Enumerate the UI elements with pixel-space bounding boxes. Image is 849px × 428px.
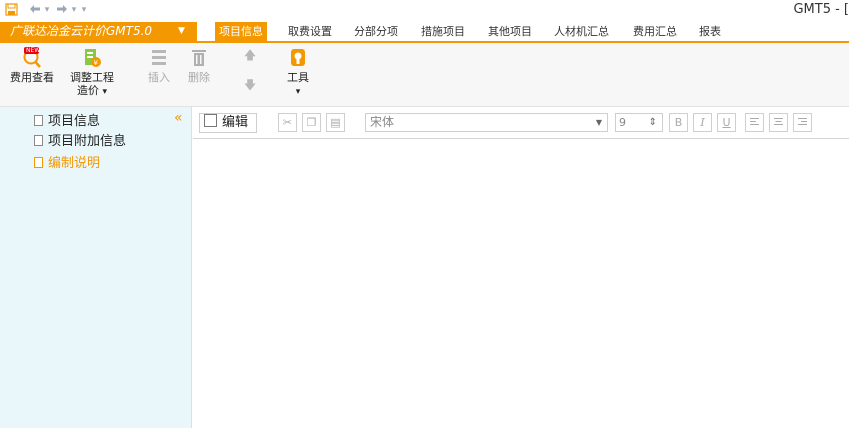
move-down-button[interactable]: 🡇: [241, 79, 259, 92]
bold-icon: B: [674, 116, 683, 129]
chevron-down-icon: ▼: [178, 26, 185, 36]
paste-button[interactable]: ▤: [326, 113, 345, 132]
project-tree-pane: « 项目信息 项目附加信息 编制说明: [0, 107, 192, 428]
customize-dropdown-icon[interactable]: ▾: [80, 3, 88, 17]
adjust-price-icon: ¥: [80, 47, 104, 69]
undo-icon[interactable]: [28, 3, 42, 17]
font-size-value: 9: [619, 116, 626, 129]
edit-button[interactable]: 编辑: [199, 113, 258, 133]
tab-sub-items[interactable]: 分部分项: [354, 22, 398, 41]
tab-cost-summary[interactable]: 费用汇总: [633, 22, 677, 41]
quick-access-bar: ▾ ▾ ▾ GMT5 - [: [0, 0, 849, 20]
window-title: GMT5 - [: [793, 2, 849, 17]
tree-item-project-info[interactable]: 项目信息: [34, 113, 100, 131]
tree-item-label: 项目附加信息: [48, 134, 127, 149]
insert-label: 插入: [148, 71, 170, 84]
tab-labor-material-summary[interactable]: 人材机汇总: [554, 22, 609, 41]
align-right-button[interactable]: [793, 113, 812, 132]
underline-icon: U: [722, 116, 731, 129]
tree-item-compilation-notes[interactable]: 编制说明: [34, 155, 100, 173]
chevron-down-icon: ▾: [295, 87, 301, 97]
tools-button[interactable]: 工具 ▾: [284, 47, 312, 99]
delete-button[interactable]: 删除: [186, 47, 212, 84]
insert-button[interactable]: 插入: [146, 47, 172, 84]
align-left-button[interactable]: [745, 113, 764, 132]
app-brand-menu[interactable]: 广联达冶金云计价GMT5.0 ▼: [0, 22, 197, 41]
insert-rows-icon: [147, 47, 171, 69]
tree-item-project-extra-info[interactable]: 项目附加信息: [34, 133, 126, 151]
new-badge: NEW: [26, 47, 41, 54]
scissors-icon: ✂: [282, 116, 293, 129]
brand-label: 广联达冶金云计价GMT5.0: [10, 24, 153, 38]
trash-icon: [187, 47, 211, 69]
underline-button[interactable]: U: [717, 113, 736, 132]
copy-button[interactable]: ❐: [302, 113, 321, 132]
tools-label: 工具: [287, 71, 309, 84]
italic-button[interactable]: I: [693, 113, 712, 132]
fee-view-label: 费用查看: [10, 71, 54, 84]
align-center-icon: [774, 118, 783, 125]
paste-icon: ▤: [330, 116, 341, 129]
arrow-up-icon: 🡅: [243, 48, 257, 62]
tab-fee-settings[interactable]: 取费设置: [288, 22, 332, 41]
collapse-pane-icon[interactable]: «: [174, 111, 183, 125]
tab-project-info[interactable]: 项目信息: [215, 22, 267, 41]
bold-button[interactable]: B: [669, 113, 688, 132]
redo-icon[interactable]: [55, 3, 69, 17]
font-family-value: 宋体: [370, 115, 395, 129]
cut-button[interactable]: ✂: [278, 113, 297, 132]
rich-text-toolbar: 编辑 ✂ ❐ ▤ 宋体 ▼ 9 ⇕ B I U: [193, 107, 849, 139]
arrow-down-icon: 🡇: [243, 78, 257, 92]
svg-text:¥: ¥: [94, 59, 99, 67]
align-right-icon: [798, 118, 807, 125]
tab-reports[interactable]: 报表: [699, 22, 721, 41]
align-center-button[interactable]: [769, 113, 788, 132]
font-size-stepper[interactable]: 9 ⇕: [615, 113, 663, 132]
main-tab-bar: 广联达冶金云计价GMT5.0 ▼ 项目信息 取费设置 分部分项 措施项目 其他项…: [0, 22, 849, 41]
adjust-project-price-button[interactable]: ¥ 调整工程 造价 ▾: [64, 47, 120, 99]
chevron-down-icon: ▼: [595, 118, 602, 127]
document-icon: [34, 135, 43, 146]
edit-pencil-icon: [204, 114, 217, 127]
delete-label: 删除: [188, 71, 210, 84]
edit-label: 编辑: [222, 115, 249, 130]
ribbon-toolbar: NEW 费用查看 ¥ 调整工程 造价 ▾ 插入 删除 🡅 🡇 工具 ▾: [0, 41, 849, 107]
adjust-price-label-line2: 造价: [76, 84, 99, 97]
save-icon[interactable]: [4, 3, 18, 17]
tree-item-label: 编制说明: [48, 156, 101, 171]
adjust-price-label-line1: 调整工程: [70, 71, 114, 84]
tools-icon: [286, 47, 310, 69]
redo-dropdown-icon[interactable]: ▾: [70, 3, 78, 17]
rich-text-editor-area[interactable]: [193, 139, 849, 428]
font-family-select[interactable]: 宋体 ▼: [365, 113, 608, 132]
tab-measures[interactable]: 措施项目: [421, 22, 465, 41]
align-left-icon: [750, 118, 759, 125]
tree-item-label: 项目信息: [48, 114, 101, 129]
italic-icon: I: [700, 116, 705, 129]
move-up-button[interactable]: 🡅: [241, 49, 259, 62]
fee-view-button[interactable]: NEW 费用查看: [4, 47, 60, 84]
document-icon: [34, 157, 43, 168]
chevron-down-icon: ▾: [102, 87, 108, 97]
copy-icon: ❐: [306, 116, 317, 129]
undo-dropdown-icon[interactable]: ▾: [43, 3, 51, 17]
document-icon: [34, 115, 43, 126]
tab-other-items[interactable]: 其他项目: [488, 22, 532, 41]
spinner-arrows-icon: ⇕: [648, 117, 657, 128]
magnifier-new-icon: NEW: [20, 47, 44, 69]
